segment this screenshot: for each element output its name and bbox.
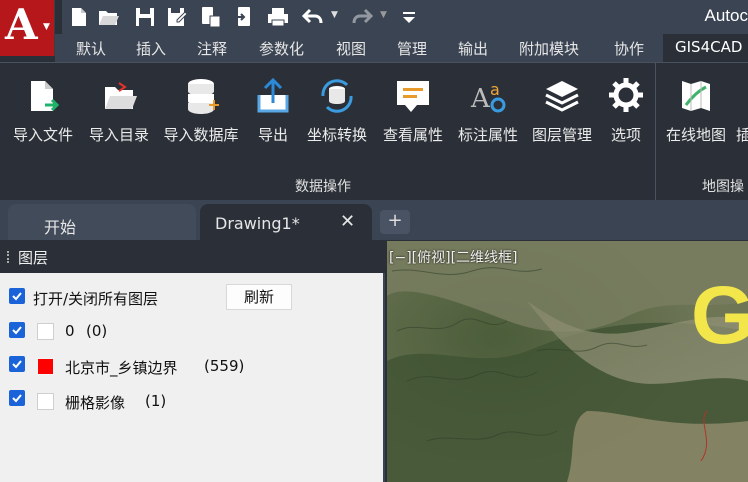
tab-output[interactable]: 输出 — [458, 38, 488, 59]
save-icon[interactable] — [134, 6, 156, 28]
redo-dropdown-icon[interactable]: ▼ — [380, 10, 387, 20]
open-folder-icon[interactable] — [97, 6, 119, 28]
tab-drawing1[interactable]: Drawing1* ✕ — [200, 204, 372, 240]
undo-icon[interactable] — [302, 6, 324, 28]
coordinate-transform-button[interactable]: 坐标转换 — [301, 75, 373, 145]
customize-icon[interactable] — [398, 6, 420, 28]
tab-addins[interactable]: 附加模块 — [519, 38, 579, 59]
tab-gis4cad[interactable]: GIS4CAD — [663, 34, 748, 62]
export-button[interactable]: 导出 — [251, 75, 295, 145]
tab-manage[interactable]: 管理 — [397, 38, 427, 59]
close-icon[interactable]: ✕ — [340, 211, 355, 232]
drawing-text-g: G — [691, 270, 748, 361]
toggle-all-layers-checkbox[interactable] — [9, 288, 25, 304]
layer-panel: 图层 打开/关闭所有图层 刷新 0 (0) 北京市_乡镇边界 (559) 栅格影… — [0, 241, 385, 482]
save-as-icon[interactable] — [166, 6, 188, 28]
ribbon-tab-bar: 默认 插入 注释 参数化 视图 管理 输出 附加模块 协作 GIS4CAD — [55, 34, 748, 62]
tab-collaborate[interactable]: 协作 — [614, 38, 644, 59]
autocad-logo: A — [5, 0, 38, 49]
refresh-button[interactable]: 刷新 — [226, 284, 292, 310]
check-icon — [12, 394, 22, 403]
check-icon — [12, 360, 22, 369]
check-icon — [12, 326, 22, 335]
redo-icon[interactable] — [351, 6, 373, 28]
quick-access-toolbar: ▼ ▼ Autoc — [62, 0, 748, 34]
layer-color-swatch[interactable] — [37, 393, 54, 410]
window-title: Autoc — [704, 6, 748, 25]
tab-parametric[interactable]: 参数化 — [259, 38, 304, 59]
tab-annotate[interactable]: 注释 — [197, 38, 227, 59]
layer-manager-button[interactable]: 图层管理 — [526, 75, 598, 145]
layer-name: 北京市_乡镇边界 — [65, 359, 178, 377]
layer-manager-icon — [545, 81, 579, 112]
new-tab-button[interactable]: + — [380, 210, 410, 234]
import-database-button[interactable]: 导入数据库 — [158, 75, 244, 145]
gear-icon — [609, 78, 643, 112]
layer-name: 栅格影像 — [65, 394, 126, 412]
new-file-icon[interactable] — [68, 6, 90, 28]
panel-separator — [655, 63, 656, 200]
tab-insert[interactable]: 插入 — [136, 38, 166, 59]
drawing-viewport[interactable]: [−][俯视][二维线框] G — [387, 241, 748, 482]
toggle-all-layers-label: 打开/关闭所有图层 — [33, 290, 159, 308]
import-database-icon — [188, 79, 219, 114]
view-attributes-icon — [397, 81, 429, 112]
panel-title-data-ops: 数据操作 — [295, 179, 351, 195]
layer-name: 0 — [65, 322, 75, 340]
online-map-icon — [682, 81, 710, 111]
svg-text:A: A — [470, 84, 491, 114]
save-to-web-icon[interactable] — [233, 6, 255, 28]
label-attributes-icon: Aa — [470, 80, 506, 114]
options-button[interactable]: 选项 — [604, 75, 648, 145]
check-icon — [12, 292, 22, 301]
tab-default[interactable]: 默认 — [76, 38, 106, 59]
layer-checkbox-2[interactable] — [9, 390, 25, 406]
online-map-button[interactable]: 在线地图 — [660, 75, 732, 145]
application-menu-button[interactable]: A ▼ — [0, 0, 55, 56]
layer-checkbox-0[interactable] — [9, 322, 25, 338]
chevron-down-icon: ▼ — [43, 22, 50, 32]
layer-color-swatch[interactable] — [37, 358, 54, 375]
coordinate-transform-icon — [321, 79, 353, 113]
import-file-icon — [31, 81, 60, 112]
layer-color-swatch[interactable] — [37, 323, 54, 340]
open-from-web-icon[interactable] — [199, 6, 221, 28]
layer-count: (559) — [204, 357, 245, 375]
tab-view[interactable]: 视图 — [336, 38, 366, 59]
import-folder-button[interactable]: 导入目录 — [84, 75, 154, 145]
insert-button[interactable]: 插 — [736, 75, 748, 145]
document-tab-bar: 开始 Drawing1* ✕ + — [0, 200, 748, 240]
svg-text:a: a — [490, 80, 500, 99]
undo-dropdown-icon[interactable]: ▼ — [331, 10, 338, 20]
layer-count: (1) — [145, 392, 167, 410]
ribbon-panel: 导入文件 导入目录 导入数据库 导出 坐标转换 查看属性 Aa 标注属性 图层管… — [0, 62, 748, 200]
viewport-controls-label[interactable]: [−][俯视][二维线框] — [389, 247, 518, 267]
import-folder-icon — [105, 82, 137, 109]
label-attributes-button[interactable]: Aa 标注属性 — [452, 75, 524, 145]
print-icon[interactable] — [267, 6, 289, 28]
tab-start[interactable]: 开始 — [8, 204, 196, 240]
layer-panel-title: 图层 — [18, 249, 49, 267]
panel-title-map-ops: 地图操 — [702, 179, 744, 195]
export-icon — [257, 77, 289, 113]
view-attributes-button[interactable]: 查看属性 — [377, 75, 449, 145]
drag-handle-icon[interactable] — [7, 251, 11, 263]
layer-panel-header: 图层 — [0, 241, 385, 273]
layer-checkbox-1[interactable] — [9, 356, 25, 372]
import-file-button[interactable]: 导入文件 — [8, 75, 78, 145]
layer-count: (0) — [86, 322, 108, 340]
